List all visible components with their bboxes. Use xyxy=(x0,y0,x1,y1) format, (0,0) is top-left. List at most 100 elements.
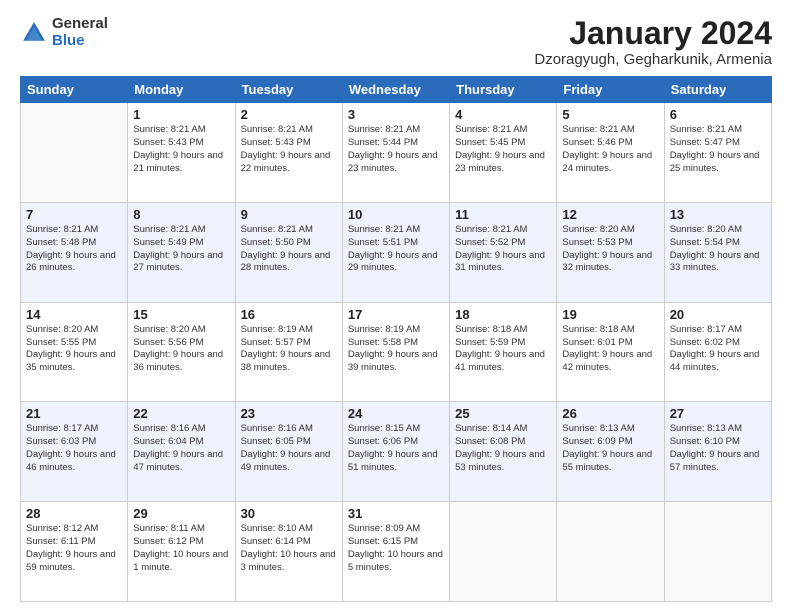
day-number: 27 xyxy=(670,406,766,421)
table-row: 15 Sunrise: 8:20 AMSunset: 5:56 PMDaylig… xyxy=(128,302,235,402)
day-info: Sunrise: 8:21 AMSunset: 5:47 PMDaylight:… xyxy=(670,124,760,173)
table-row: 21 Sunrise: 8:17 AMSunset: 6:03 PMDaylig… xyxy=(21,402,128,502)
day-number: 26 xyxy=(562,406,658,421)
table-row: 19 Sunrise: 8:18 AMSunset: 6:01 PMDaylig… xyxy=(557,302,664,402)
location: Dzoragyugh, Gegharkunik, Armenia xyxy=(534,51,772,68)
day-info: Sunrise: 8:18 AMSunset: 5:59 PMDaylight:… xyxy=(455,324,545,373)
table-row: 14 Sunrise: 8:20 AMSunset: 5:55 PMDaylig… xyxy=(21,302,128,402)
day-number: 19 xyxy=(562,307,658,322)
day-info: Sunrise: 8:11 AMSunset: 6:12 PMDaylight:… xyxy=(133,523,228,572)
day-number: 9 xyxy=(241,207,337,222)
day-number: 8 xyxy=(133,207,229,222)
day-number: 21 xyxy=(26,406,122,421)
day-info: Sunrise: 8:20 AMSunset: 5:54 PMDaylight:… xyxy=(670,224,760,273)
day-number: 11 xyxy=(455,207,551,222)
table-row: 1 Sunrise: 8:21 AMSunset: 5:43 PMDayligh… xyxy=(128,103,235,203)
day-number: 3 xyxy=(348,107,444,122)
table-row xyxy=(664,502,771,602)
header-thursday: Thursday xyxy=(450,77,557,103)
table-row xyxy=(557,502,664,602)
table-row: 26 Sunrise: 8:13 AMSunset: 6:09 PMDaylig… xyxy=(557,402,664,502)
day-info: Sunrise: 8:21 AMSunset: 5:43 PMDaylight:… xyxy=(133,124,223,173)
calendar-header-row: Sunday Monday Tuesday Wednesday Thursday… xyxy=(21,77,772,103)
day-number: 25 xyxy=(455,406,551,421)
day-info: Sunrise: 8:17 AMSunset: 6:02 PMDaylight:… xyxy=(670,324,760,373)
header-wednesday: Wednesday xyxy=(342,77,449,103)
day-number: 15 xyxy=(133,307,229,322)
table-row: 8 Sunrise: 8:21 AMSunset: 5:49 PMDayligh… xyxy=(128,202,235,302)
day-info: Sunrise: 8:15 AMSunset: 6:06 PMDaylight:… xyxy=(348,423,438,472)
table-row: 9 Sunrise: 8:21 AMSunset: 5:50 PMDayligh… xyxy=(235,202,342,302)
header-sunday: Sunday xyxy=(21,77,128,103)
calendar-row: 1 Sunrise: 8:21 AMSunset: 5:43 PMDayligh… xyxy=(21,103,772,203)
day-number: 31 xyxy=(348,506,444,521)
day-info: Sunrise: 8:21 AMSunset: 5:44 PMDaylight:… xyxy=(348,124,438,173)
day-info: Sunrise: 8:14 AMSunset: 6:08 PMDaylight:… xyxy=(455,423,545,472)
table-row: 18 Sunrise: 8:18 AMSunset: 5:59 PMDaylig… xyxy=(450,302,557,402)
day-info: Sunrise: 8:20 AMSunset: 5:56 PMDaylight:… xyxy=(133,324,223,373)
day-number: 5 xyxy=(562,107,658,122)
table-row: 27 Sunrise: 8:13 AMSunset: 6:10 PMDaylig… xyxy=(664,402,771,502)
table-row: 5 Sunrise: 8:21 AMSunset: 5:46 PMDayligh… xyxy=(557,103,664,203)
table-row: 3 Sunrise: 8:21 AMSunset: 5:44 PMDayligh… xyxy=(342,103,449,203)
table-row xyxy=(450,502,557,602)
day-info: Sunrise: 8:20 AMSunset: 5:53 PMDaylight:… xyxy=(562,224,652,273)
calendar-row: 28 Sunrise: 8:12 AMSunset: 6:11 PMDaylig… xyxy=(21,502,772,602)
table-row: 28 Sunrise: 8:12 AMSunset: 6:11 PMDaylig… xyxy=(21,502,128,602)
table-row: 16 Sunrise: 8:19 AMSunset: 5:57 PMDaylig… xyxy=(235,302,342,402)
day-info: Sunrise: 8:21 AMSunset: 5:51 PMDaylight:… xyxy=(348,224,438,273)
day-number: 13 xyxy=(670,207,766,222)
day-number: 12 xyxy=(562,207,658,222)
day-number: 17 xyxy=(348,307,444,322)
day-info: Sunrise: 8:21 AMSunset: 5:50 PMDaylight:… xyxy=(241,224,331,273)
day-info: Sunrise: 8:21 AMSunset: 5:45 PMDaylight:… xyxy=(455,124,545,173)
calendar-row: 21 Sunrise: 8:17 AMSunset: 6:03 PMDaylig… xyxy=(21,402,772,502)
day-number: 18 xyxy=(455,307,551,322)
day-info: Sunrise: 8:16 AMSunset: 6:05 PMDaylight:… xyxy=(241,423,331,472)
header-tuesday: Tuesday xyxy=(235,77,342,103)
day-info: Sunrise: 8:20 AMSunset: 5:55 PMDaylight:… xyxy=(26,324,116,373)
day-info: Sunrise: 8:19 AMSunset: 5:57 PMDaylight:… xyxy=(241,324,331,373)
table-row: 20 Sunrise: 8:17 AMSunset: 6:02 PMDaylig… xyxy=(664,302,771,402)
table-row: 12 Sunrise: 8:20 AMSunset: 5:53 PMDaylig… xyxy=(557,202,664,302)
header-monday: Monday xyxy=(128,77,235,103)
logo: General Blue xyxy=(20,16,108,49)
day-number: 29 xyxy=(133,506,229,521)
table-row: 17 Sunrise: 8:19 AMSunset: 5:58 PMDaylig… xyxy=(342,302,449,402)
day-number: 4 xyxy=(455,107,551,122)
table-row: 6 Sunrise: 8:21 AMSunset: 5:47 PMDayligh… xyxy=(664,103,771,203)
table-row: 23 Sunrise: 8:16 AMSunset: 6:05 PMDaylig… xyxy=(235,402,342,502)
day-number: 20 xyxy=(670,307,766,322)
day-number: 24 xyxy=(348,406,444,421)
day-number: 10 xyxy=(348,207,444,222)
day-number: 30 xyxy=(241,506,337,521)
table-row xyxy=(21,103,128,203)
page: General Blue January 2024 Dzoragyugh, Ge… xyxy=(0,0,792,612)
calendar-row: 7 Sunrise: 8:21 AMSunset: 5:48 PMDayligh… xyxy=(21,202,772,302)
header-friday: Friday xyxy=(557,77,664,103)
month-title: January 2024 xyxy=(534,16,772,51)
day-number: 7 xyxy=(26,207,122,222)
day-number: 16 xyxy=(241,307,337,322)
logo-blue: Blue xyxy=(52,33,108,50)
day-info: Sunrise: 8:18 AMSunset: 6:01 PMDaylight:… xyxy=(562,324,652,373)
day-info: Sunrise: 8:21 AMSunset: 5:43 PMDaylight:… xyxy=(241,124,331,173)
table-row: 7 Sunrise: 8:21 AMSunset: 5:48 PMDayligh… xyxy=(21,202,128,302)
table-row: 10 Sunrise: 8:21 AMSunset: 5:51 PMDaylig… xyxy=(342,202,449,302)
table-row: 25 Sunrise: 8:14 AMSunset: 6:08 PMDaylig… xyxy=(450,402,557,502)
header: General Blue January 2024 Dzoragyugh, Ge… xyxy=(20,16,772,68)
day-number: 22 xyxy=(133,406,229,421)
day-info: Sunrise: 8:12 AMSunset: 6:11 PMDaylight:… xyxy=(26,523,116,572)
day-info: Sunrise: 8:16 AMSunset: 6:04 PMDaylight:… xyxy=(133,423,223,472)
day-info: Sunrise: 8:21 AMSunset: 5:52 PMDaylight:… xyxy=(455,224,545,273)
table-row: 30 Sunrise: 8:10 AMSunset: 6:14 PMDaylig… xyxy=(235,502,342,602)
logo-text: General Blue xyxy=(52,16,108,49)
title-block: January 2024 Dzoragyugh, Gegharkunik, Ar… xyxy=(534,16,772,68)
day-info: Sunrise: 8:21 AMSunset: 5:46 PMDaylight:… xyxy=(562,124,652,173)
day-info: Sunrise: 8:19 AMSunset: 5:58 PMDaylight:… xyxy=(348,324,438,373)
logo-icon xyxy=(20,19,48,47)
day-info: Sunrise: 8:09 AMSunset: 6:15 PMDaylight:… xyxy=(348,523,443,572)
table-row: 31 Sunrise: 8:09 AMSunset: 6:15 PMDaylig… xyxy=(342,502,449,602)
day-info: Sunrise: 8:21 AMSunset: 5:49 PMDaylight:… xyxy=(133,224,223,273)
day-info: Sunrise: 8:17 AMSunset: 6:03 PMDaylight:… xyxy=(26,423,116,472)
